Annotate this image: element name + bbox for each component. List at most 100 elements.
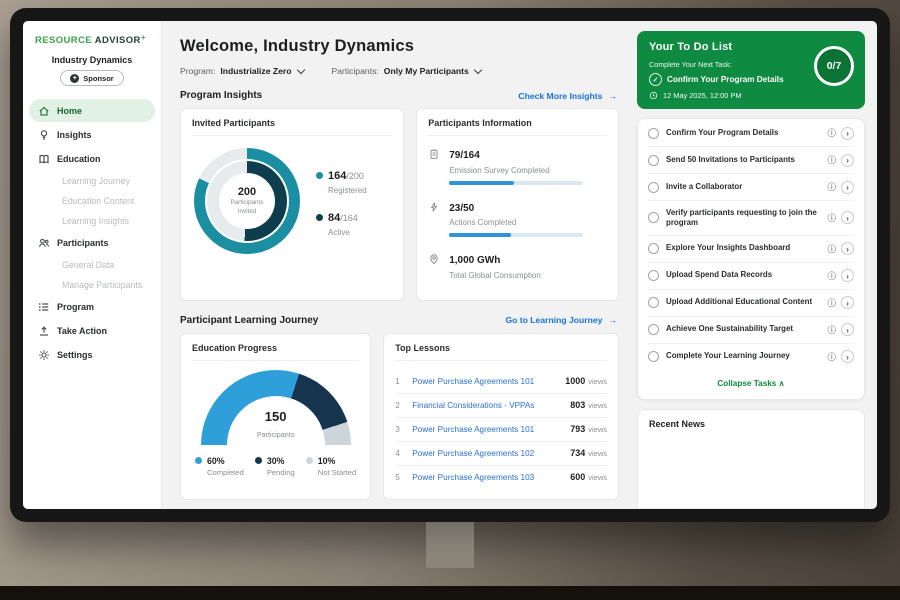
sidebar-item-education-content[interactable]: Education Content [29, 191, 155, 210]
chevron-right-icon[interactable]: › [841, 323, 854, 336]
sponsor-badge[interactable]: + Sponsor [60, 70, 123, 86]
participants-dropdown[interactable]: Participants:Only My Participants [332, 66, 481, 76]
todo-task-row[interactable]: Verify participants requesting to join t… [648, 201, 854, 236]
todo-task-row[interactable]: Upload Spend Data Records ⓘ› [648, 263, 854, 290]
home-icon [38, 105, 50, 117]
info-label: Total Global Consumption [449, 271, 541, 280]
actions-progress-fill [449, 233, 511, 237]
sidebar-item-learning-journey[interactable]: Learning Journey [29, 171, 155, 190]
chevron-down-icon [296, 65, 304, 73]
task-checkbox[interactable] [648, 155, 659, 166]
sidebar-item-education[interactable]: Education [29, 147, 155, 170]
go-to-learning-journey-link[interactable]: Go to Learning Journey → [505, 315, 617, 325]
chevron-right-icon[interactable]: › [841, 154, 854, 167]
lesson-link[interactable]: Power Purchase Agreements 103 [412, 473, 562, 482]
todo-task-row[interactable]: Complete Your Learning Journey ⓘ› [648, 344, 854, 370]
section-title: Program Insights [180, 90, 262, 101]
todo-task-row[interactable]: Upload Additional Educational Content ⓘ› [648, 290, 854, 317]
sidebar-item-label: Home [57, 106, 82, 116]
card-title: Participants Information [428, 118, 607, 136]
info-icon[interactable]: ⓘ [827, 243, 836, 255]
info-icon[interactable]: ⓘ [827, 127, 836, 139]
todo-due-text: 12 May 2025, 12:00 PM [663, 91, 741, 100]
logo-secondary: ADVISOR [95, 35, 141, 46]
info-icon[interactable]: ⓘ [827, 154, 836, 166]
collapse-tasks-button[interactable]: Collapse Tasks ∧ [648, 370, 854, 397]
chevron-right-icon[interactable]: › [841, 181, 854, 194]
task-checkbox[interactable] [648, 270, 659, 281]
task-checkbox[interactable] [648, 182, 659, 193]
chevron-right-icon[interactable]: › [841, 211, 854, 224]
task-label: Invite a Collaborator [666, 182, 820, 192]
filters-bar: Program:Industrialize Zero Participants:… [180, 66, 619, 76]
info-icon[interactable]: ⓘ [827, 351, 836, 363]
sponsor-icon: + [70, 74, 79, 83]
todo-subtitle: Complete Your Next Task: [649, 60, 853, 69]
task-checkbox[interactable] [648, 128, 659, 139]
lesson-link[interactable]: Power Purchase Agreements 101 [412, 425, 562, 434]
check-icon: ✓ [649, 73, 662, 86]
task-checkbox[interactable] [648, 297, 659, 308]
sidebar-item-program[interactable]: Program [29, 295, 155, 318]
sidebar-item-label: Participants [57, 238, 109, 248]
learning-journey-header: Participant Learning Journey Go to Learn… [180, 315, 617, 326]
sidebar-item-insights[interactable]: Insights [29, 123, 155, 146]
chevron-right-icon[interactable]: › [841, 127, 854, 140]
todo-task-row[interactable]: Send 50 Invitations to Participants ⓘ › [648, 147, 854, 174]
info-icon[interactable]: ⓘ [827, 212, 836, 224]
sidebar-subitem-label: Learning Insights [62, 216, 129, 226]
learning-cards-row: Education Progress 150 Participants 60% … [180, 333, 619, 500]
todo-task-row[interactable]: Explore Your Insights Dashboard ⓘ› [648, 236, 854, 263]
chevron-right-icon[interactable]: › [841, 269, 854, 282]
sidebar-item-take-action[interactable]: Take Action [29, 319, 155, 342]
page-title: Welcome, Industry Dynamics [180, 37, 619, 56]
info-row-survey: 79/164 Emission Survey Completed [428, 145, 607, 185]
legend-dot [316, 214, 323, 221]
section-title: Participant Learning Journey [180, 315, 318, 326]
sidebar-item-participants[interactable]: Participants [29, 231, 155, 254]
task-label: Send 50 Invitations to Participants [666, 155, 820, 165]
task-checkbox[interactable] [648, 324, 659, 335]
sidebar-subitem-label: Manage Participants [62, 280, 142, 290]
lesson-row: 3 Power Purchase Agreements 101 793views [395, 418, 607, 442]
chevron-right-icon[interactable]: › [841, 296, 854, 309]
org-name: Industry Dynamics [23, 55, 161, 65]
clipboard-icon [428, 145, 440, 185]
info-icon[interactable]: ⓘ [827, 324, 836, 336]
sidebar-item-label: Settings [57, 350, 93, 360]
sidebar-item-home[interactable]: Home [29, 99, 155, 122]
sidebar-item-manage-participants[interactable]: Manage Participants [29, 275, 155, 294]
lesson-row: 4 Power Purchase Agreements 102 734views [395, 442, 607, 466]
check-more-insights-link[interactable]: Check More Insights → [518, 91, 617, 101]
info-icon[interactable]: ⓘ [827, 181, 836, 193]
todo-task-row[interactable]: Confirm Your Program Details ⓘ› [648, 120, 854, 147]
lightbulb-icon [38, 129, 50, 141]
task-checkbox[interactable] [648, 243, 659, 254]
todo-task-row[interactable]: Invite a Collaborator ⓘ › [648, 174, 854, 201]
list-icon [38, 301, 50, 313]
sidebar-item-general-data[interactable]: General Data [29, 255, 155, 274]
lesson-link[interactable]: Financial Considerations - VPPAs [412, 401, 562, 410]
legend-label: Active [328, 228, 367, 237]
sidebar-subitem-label: General Data [62, 260, 114, 270]
lesson-link[interactable]: Power Purchase Agreements 102 [412, 449, 562, 458]
lesson-link[interactable]: Power Purchase Agreements 101 [412, 377, 557, 386]
program-dropdown[interactable]: Program:Industrialize Zero [180, 66, 304, 76]
invited-donut-center: 200 Participants Invited [219, 173, 275, 229]
info-icon[interactable]: ⓘ [827, 297, 836, 309]
legend-item-not-started: 10% Not Started [306, 456, 356, 478]
info-icon[interactable]: ⓘ [827, 270, 836, 282]
todo-task-row[interactable]: Achieve One Sustainability Target ⓘ› [648, 317, 854, 344]
invited-donut: 200 Participants Invited [194, 148, 300, 254]
sidebar-item-settings[interactable]: Settings [29, 343, 155, 366]
chevron-right-icon[interactable]: › [841, 242, 854, 255]
logo-plus: + [141, 33, 146, 42]
sidebar-item-learning-insights[interactable]: Learning Insights [29, 211, 155, 230]
todo-next-task[interactable]: ✓ Confirm Your Program Details [649, 73, 799, 86]
task-checkbox[interactable] [648, 351, 659, 362]
chevron-right-icon[interactable]: › [841, 350, 854, 363]
task-checkbox[interactable] [648, 212, 659, 223]
bolt-icon [428, 198, 440, 238]
lesson-row: 5 Power Purchase Agreements 103 600views [395, 466, 607, 489]
info-label: Emission Survey Completed [449, 166, 583, 175]
